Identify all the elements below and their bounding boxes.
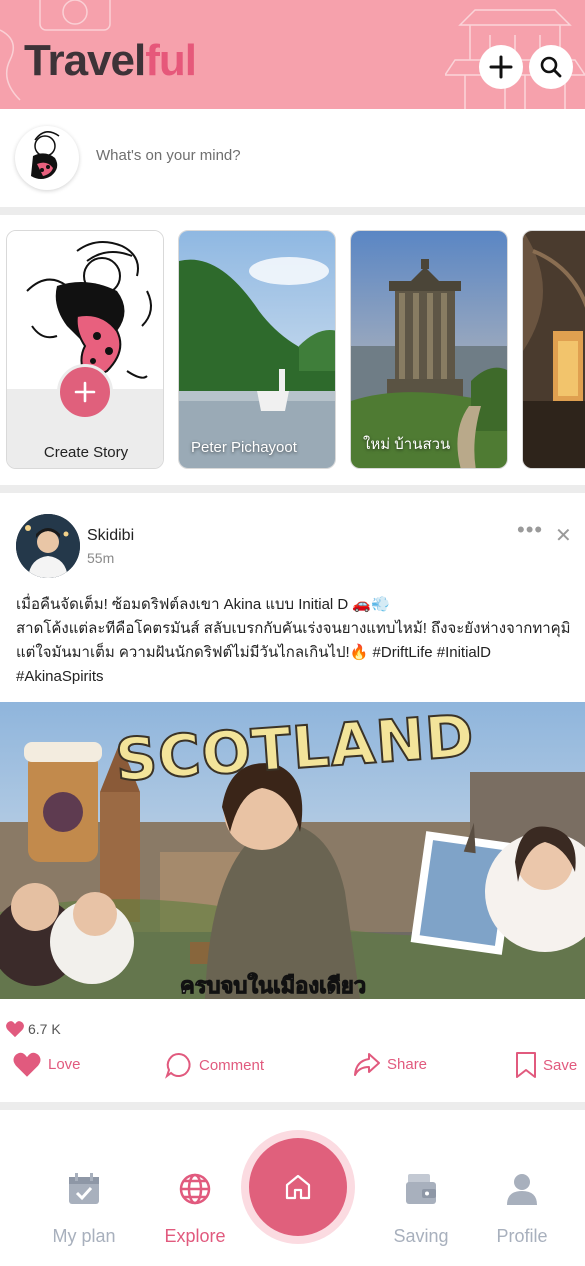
search-button[interactable] [529,45,573,89]
post-author-name[interactable]: Skidibi [87,527,134,545]
share-button[interactable]: Share [353,1051,427,1077]
love-button[interactable]: Love [12,1051,81,1078]
post-card: Skidibi 55m ••• ✕ เมื่อคืนจัดเต็ม! ซ้อมด… [0,493,585,1102]
likes-count[interactable]: 6.7 K [5,1020,61,1038]
lake-mountain-story-image [179,231,335,468]
user-icon [503,1170,541,1208]
wallet-icon [402,1170,440,1208]
post-composer: What's on your mind? [0,109,585,207]
story-author: Peter Pichayoot [191,439,297,456]
home-icon [285,1174,311,1200]
stories-row: Create Story Peter Pichayoot ใหม่ บ้านสว… [0,215,585,485]
nav-label-saving: Saving [393,1226,449,1246]
post-timestamp: 55m [87,550,115,566]
logo-text-travel: Travel [24,36,146,85]
share-arrow-icon [354,1053,380,1076]
love-label: Love [48,1056,81,1073]
plus-icon [489,55,513,79]
save-label: Save [543,1056,578,1074]
calendar-check-icon [65,1170,103,1208]
create-story-label: Create Story [43,444,129,461]
post-image[interactable]: SCOTLAND ครบจบในเมืองเดียว [0,702,585,999]
close-icon[interactable]: ✕ [555,523,572,548]
bottom-navigation: My plan Explore Saving Profile [0,1110,585,1266]
heart-icon [13,1052,41,1077]
app-logo: Travelful [24,36,197,86]
person-photo-avatar [16,514,80,578]
whats-on-your-mind-input[interactable]: What's on your mind? [96,147,241,164]
comment-icon [165,1052,191,1079]
add-button[interactable] [479,45,523,89]
plus-icon [74,381,96,403]
story-card[interactable] [522,230,585,469]
search-icon [540,56,562,78]
comment-button[interactable]: Comment [165,1051,264,1079]
image-caption-text: ครบจบในเมืองเดียว [179,973,367,999]
app-header: Travelful [0,0,585,109]
logo-text-ful: ful [145,36,197,85]
my-avatar[interactable] [15,126,79,190]
home-button[interactable] [249,1138,347,1236]
likes-count-text: 6.7 K [28,1021,61,1037]
create-story-card[interactable]: Create Story [6,230,164,469]
nav-label-profile: Profile [496,1226,548,1246]
heart-icon [6,1021,24,1038]
cathedral-story-image [523,231,585,468]
create-story-plus-button[interactable] [57,364,113,420]
nav-label-my-plan: My plan [52,1226,116,1246]
story-card[interactable]: ใหม่ บ้านสวน [350,230,508,469]
story-card[interactable]: Peter Pichayoot [178,230,336,469]
story-author: ใหม่ บ้านสวน [363,436,451,453]
globe-icon [176,1170,214,1208]
bookmark-icon [516,1052,536,1078]
character-avatar-icon [31,131,60,179]
comment-label: Comment [199,1056,265,1074]
more-options-icon[interactable]: ••• [517,517,543,543]
post-author-avatar[interactable] [16,514,80,578]
save-button[interactable]: Save [515,1051,577,1079]
post-body-text: เมื่อคืนจัดเต็ม! ซ้อมดริฟต์ลงเขา Akina แ… [16,596,571,685]
share-label: Share [387,1055,428,1073]
nav-label-explore: Explore [164,1226,226,1246]
